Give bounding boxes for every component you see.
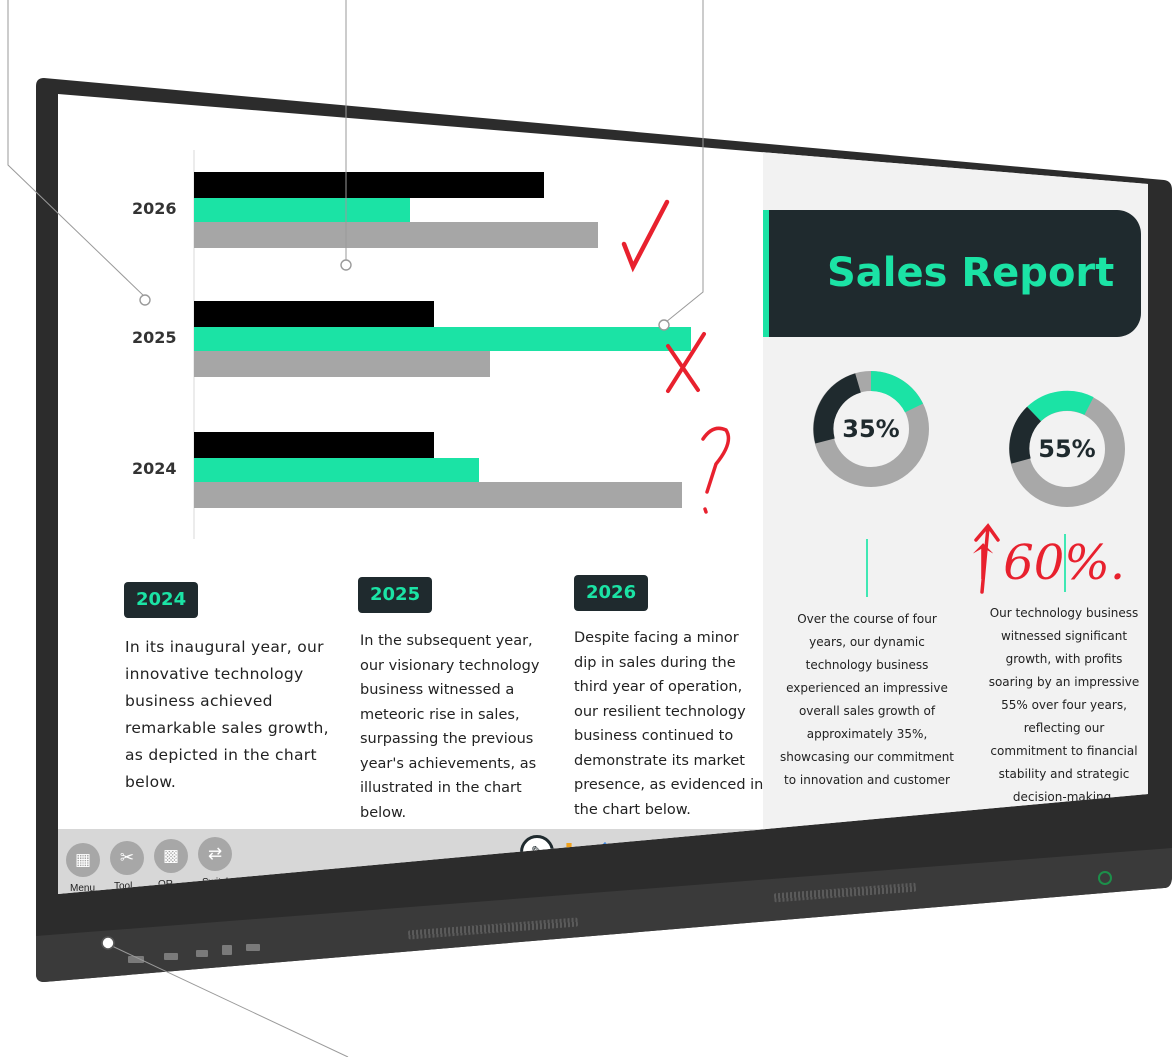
donut-chart-55: 55%: [1004, 386, 1130, 512]
power-indicator[interactable]: [1098, 871, 1112, 885]
sales-report-header: Sales Report: [763, 210, 1141, 337]
year-2025-description: In the subsequent year, our visionary te…: [360, 633, 540, 821]
tools-icon: ✂: [119, 848, 135, 867]
question-mark-ink: [701, 426, 731, 514]
up-percent-ink: ↑60%.: [963, 535, 1125, 591]
growth-summary-text: Over the course of four years, our dynam…: [779, 612, 955, 787]
donut-35-label: 35%: [842, 415, 900, 443]
profit-summary-text: Our technology business witnessed signif…: [988, 606, 1140, 804]
donut-connector-left: [866, 539, 868, 597]
toolbar-switch-button[interactable]: ⇄: [198, 837, 232, 871]
year-2024-description: In its inaugural year, our innovative te…: [125, 638, 329, 791]
front-port-touch[interactable]: [222, 945, 232, 955]
qr-icon: ▩: [162, 846, 180, 865]
toolbar-tool-button[interactable]: ✂: [110, 841, 144, 875]
cross-mark-ink: [666, 332, 706, 393]
front-port-usb-1[interactable]: [164, 953, 178, 960]
donut-55-label: 55%: [1038, 435, 1096, 463]
year-badge-2026: 2026: [574, 575, 649, 611]
grid-icon: ▦: [74, 850, 92, 869]
year-2026-description: Despite facing a minor dip in sales duri…: [574, 630, 764, 818]
screen[interactable]: 2026 2025 2024 ↑60%. 2024 2025 2026 In its…: [58, 94, 1148, 894]
toolbar-menu-button[interactable]: ▦: [66, 843, 100, 877]
donut-chart-35: 35%: [808, 366, 934, 492]
donut-connector-right: [1064, 534, 1066, 592]
switch-icon: ⇄: [207, 844, 223, 863]
front-port-typec[interactable]: [246, 944, 260, 951]
check-mark-ink: [621, 199, 670, 273]
sales-report-title: Sales Report: [827, 250, 1115, 296]
toolbar-qr-button[interactable]: ▩: [154, 839, 188, 873]
year-badge-2024: 2024: [124, 582, 199, 618]
front-port-hdmi[interactable]: [128, 956, 144, 963]
year-badge-2025: 2025: [358, 577, 433, 613]
interactive-display: 2026 2025 2024 ↑60%. 2024 2025 2026 In its…: [36, 76, 1172, 986]
front-port-usb-2[interactable]: [196, 950, 208, 957]
